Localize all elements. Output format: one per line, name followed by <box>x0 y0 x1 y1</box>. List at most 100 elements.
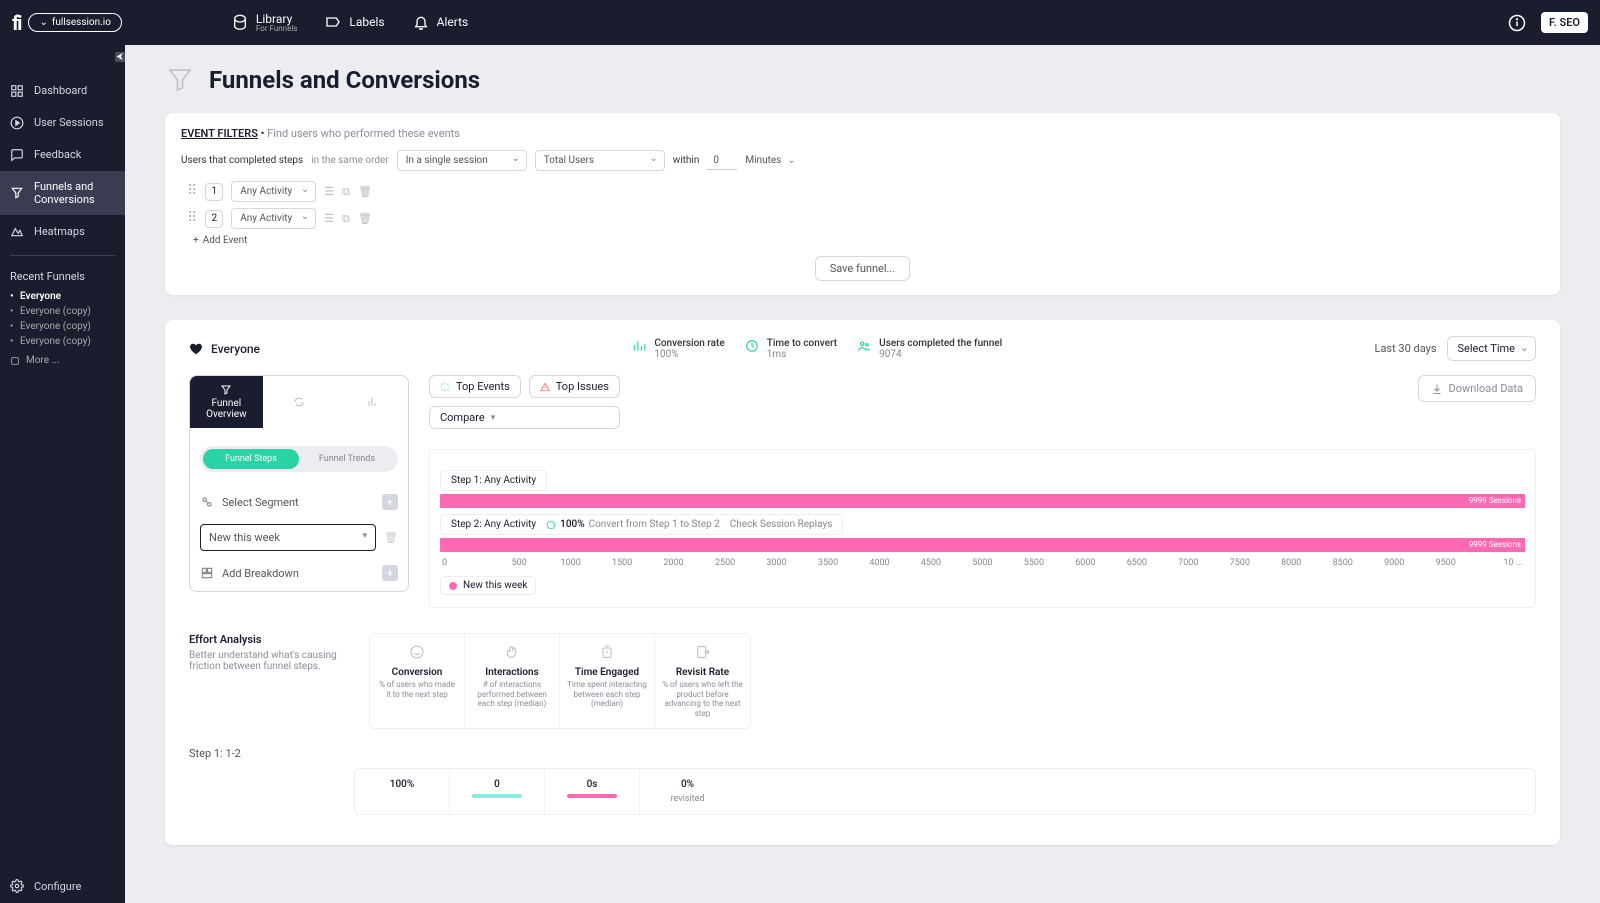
time-to-convert-metric: Time to convert1ms <box>745 338 837 360</box>
segment-value-row: New this week 🗑 <box>200 524 398 551</box>
x-axis-tick: 6500 <box>1111 558 1162 568</box>
site-name: fullsession.io <box>52 17 111 28</box>
effort-col-conversion: Conversion % of users who made it to the… <box>370 634 465 728</box>
nav-alerts[interactable]: Alerts <box>413 12 469 32</box>
sidebar-item-funnels[interactable]: Funnels and Conversions <box>0 171 125 215</box>
recent-funnel-item[interactable]: Everyone (copy) <box>10 319 125 334</box>
effort-val-time: 0s <box>545 769 640 814</box>
topbar-right: F. SEO <box>1508 12 1588 33</box>
minutes-label: Minutes <box>745 155 781 166</box>
chart-bar[interactable]: 9999 Sessions <box>440 494 1525 508</box>
top-events-chip[interactable]: Top Events <box>429 375 521 398</box>
x-axis-tick: 4000 <box>854 558 905 568</box>
sidebar-label: Heatmaps <box>34 225 85 238</box>
download-icon <box>1431 383 1443 395</box>
divider <box>10 255 115 256</box>
event-filters-label: EVENT FILTERS <box>181 127 258 140</box>
bar-value: 9999 Sessions <box>1469 538 1521 552</box>
event-filters-card: EVENT FILTERS • Find users who performed… <box>165 113 1560 295</box>
recent-funnel-item[interactable]: Everyone <box>10 289 125 304</box>
delete-icon[interactable]: 🗑 <box>358 212 372 225</box>
activity-select[interactable]: Any Activity <box>231 181 316 202</box>
timer-icon <box>599 644 615 660</box>
select-segment-row[interactable]: Select Segment + <box>200 494 398 510</box>
segment-select[interactable]: New this week <box>200 524 376 551</box>
within-input[interactable] <box>707 152 737 170</box>
main-content: Funnels and Conversions EVENT FILTERS • … <box>125 45 1600 903</box>
drag-handle-icon[interactable]: ⠿ <box>187 187 197 197</box>
legend-label: New this week <box>463 580 527 591</box>
download-data-button[interactable]: Download Data <box>1418 375 1536 402</box>
funnel-icon <box>220 384 232 396</box>
select-time-dropdown[interactable]: Select Time <box>1447 336 1536 361</box>
x-axis-tick: 2000 <box>648 558 699 568</box>
effort-col-revisit: Revisit Rate % of users who left the pro… <box>655 634 750 728</box>
session-replays-link[interactable]: Check Session Replays <box>730 519 833 530</box>
activity-select[interactable]: Any Activity <box>231 208 316 229</box>
chart-step-label[interactable]: Step 1: Any Activity <box>440 470 547 491</box>
tab-funnel-overview[interactable]: Funnel Overview <box>190 376 263 428</box>
tab-label: Funnel Overview <box>194 398 259 420</box>
sidebar-item-dashboard[interactable]: Dashboard <box>0 75 125 107</box>
sidebar-item-heatmaps[interactable]: Heatmaps <box>0 215 125 247</box>
session-select[interactable]: In a single session <box>397 150 527 171</box>
x-axis-tick: 10 ... <box>1471 558 1522 568</box>
users-icon <box>857 339 871 353</box>
recent-funnel-item[interactable]: Everyone (copy) <box>10 334 125 349</box>
drag-handle-icon[interactable]: ⠿ <box>187 214 197 224</box>
save-funnel-button[interactable]: Save funnel... <box>815 256 911 281</box>
minutes-select[interactable]: Minutes ⌄ <box>745 155 795 167</box>
filter-icon[interactable]: ☰ <box>324 185 334 198</box>
delete-segment-icon[interactable]: 🗑 <box>384 531 398 544</box>
plus-icon[interactable]: + <box>382 565 398 581</box>
effort-col-interactions: Interactions # of interactions performed… <box>465 634 560 728</box>
users-select[interactable]: Total Users <box>535 150 665 171</box>
copy-icon[interactable]: ⧉ <box>342 212 350 226</box>
info-icon[interactable] <box>1508 14 1526 32</box>
x-axis-tick: 3500 <box>802 558 853 568</box>
heart-icon[interactable] <box>189 342 203 356</box>
top-nav: Library For Funnels Labels Alerts <box>232 12 468 32</box>
tab-secondary-1[interactable] <box>263 376 336 428</box>
user-badge[interactable]: F. SEO <box>1541 12 1588 33</box>
x-axis-tick: 8000 <box>1266 558 1317 568</box>
subtab-funnel-steps[interactable]: Funnel Steps <box>203 449 299 469</box>
x-axis-tick: 2500 <box>699 558 750 568</box>
delete-icon[interactable]: 🗑 <box>358 185 372 198</box>
bars-icon <box>366 396 378 408</box>
warning-icon <box>540 382 550 392</box>
filters-text: Users that completed steps <box>181 155 303 166</box>
chart-bar[interactable]: 9999 Sessions <box>440 538 1525 552</box>
clock-icon <box>745 339 759 353</box>
add-event-button[interactable]: + Add Event <box>181 235 1544 246</box>
recent-funnel-item[interactable]: Everyone (copy) <box>10 304 125 319</box>
top-issues-chip[interactable]: Top Issues <box>529 375 620 398</box>
sidebar-item-configure[interactable]: Configure <box>0 869 125 903</box>
funnel-icon <box>165 65 195 95</box>
collapse-sidebar-icon[interactable]: ⮜ <box>115 52 125 62</box>
x-axis-tick: 7500 <box>1214 558 1265 568</box>
page-title: Funnels and Conversions <box>209 66 480 94</box>
copy-icon[interactable]: ⧉ <box>342 185 350 199</box>
site-selector[interactable]: ⌄ fullsession.io <box>28 13 121 32</box>
plus-icon[interactable]: + <box>382 494 398 510</box>
bell-icon <box>413 14 429 30</box>
filter-icon[interactable]: ☰ <box>324 212 334 225</box>
tab-secondary-2[interactable] <box>335 376 408 428</box>
sidebar-item-feedback[interactable]: Feedback <box>0 139 125 171</box>
compare-chip[interactable]: Compare ▾ <box>429 406 620 429</box>
nav-library[interactable]: Library For Funnels <box>232 12 298 32</box>
event-filters-desc: Find users who performed these events <box>267 127 460 140</box>
sidebar-item-sessions[interactable]: User Sessions <box>0 107 125 139</box>
more-icon <box>10 356 20 366</box>
nav-labels[interactable]: Labels <box>325 12 384 32</box>
add-breakdown-row[interactable]: Add Breakdown + <box>200 565 398 581</box>
chip-label: Top Events <box>456 380 510 393</box>
x-axis-tick: 0 <box>442 558 493 568</box>
recent-funnels-more[interactable]: More ... <box>0 349 125 372</box>
subtab-funnel-trends[interactable]: Funnel Trends <box>299 449 395 469</box>
chart-step-label[interactable]: Step 2: Any Activity 100% Convert from S… <box>440 514 843 535</box>
add-event-label: Add Event <box>203 235 248 246</box>
x-axis-tick: 3000 <box>751 558 802 568</box>
dashboard-icon <box>10 84 24 98</box>
